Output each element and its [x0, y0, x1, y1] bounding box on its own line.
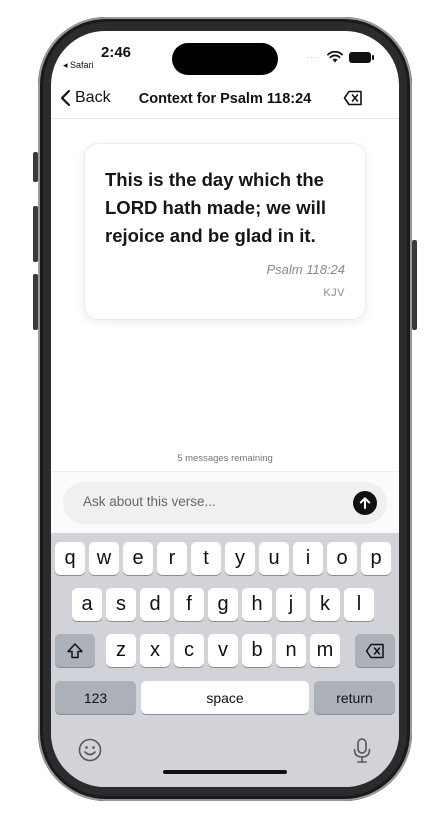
wifi-icon: [327, 51, 343, 63]
mute-switch: [33, 152, 38, 182]
key-i[interactable]: i: [293, 542, 323, 575]
verse-card: This is the day which the LORD hath made…: [84, 143, 366, 320]
key-o[interactable]: o: [327, 542, 357, 575]
shift-icon: [67, 642, 83, 658]
chat-input-area: Ask about this verse...: [51, 471, 399, 533]
key-h[interactable]: h: [242, 588, 272, 621]
emoji-button[interactable]: [77, 737, 103, 763]
key-m[interactable]: m: [310, 634, 340, 667]
chat-input[interactable]: Ask about this verse...: [63, 482, 387, 524]
key-d[interactable]: d: [140, 588, 170, 621]
chat-input-placeholder: Ask about this verse...: [83, 494, 216, 509]
key-x[interactable]: x: [140, 634, 170, 667]
key-q[interactable]: q: [55, 542, 85, 575]
key-n[interactable]: n: [276, 634, 306, 667]
key-r[interactable]: r: [157, 542, 187, 575]
verse-text: This is the day which the LORD hath made…: [105, 169, 326, 246]
key-f[interactable]: f: [174, 588, 204, 621]
key-a[interactable]: a: [72, 588, 102, 621]
power-button: [412, 240, 417, 330]
dynamic-island: [172, 43, 278, 75]
key-y[interactable]: y: [225, 542, 255, 575]
return-key[interactable]: return: [314, 681, 395, 714]
emoji-icon: [78, 738, 102, 762]
signal-dots: ····: [306, 52, 321, 62]
back-to-safari-link[interactable]: ◂ Safari: [63, 60, 94, 71]
volume-down-button: [33, 274, 38, 330]
key-v[interactable]: v: [208, 634, 238, 667]
arrow-up-icon: [359, 497, 371, 509]
key-w[interactable]: w: [89, 542, 119, 575]
key-e[interactable]: e: [123, 542, 153, 575]
key-l[interactable]: l: [344, 588, 374, 621]
shift-key[interactable]: [55, 634, 95, 667]
key-g[interactable]: g: [208, 588, 238, 621]
key-k[interactable]: k: [310, 588, 340, 621]
messages-remaining: 5 messages remaining: [177, 453, 273, 464]
dictation-button[interactable]: [351, 737, 373, 765]
delete-icon: [365, 643, 384, 658]
nav-bar: Back Context for Psalm 118:24: [51, 85, 399, 119]
microphone-icon: [353, 738, 371, 763]
volume-up-button: [33, 206, 38, 262]
key-p[interactable]: p: [361, 542, 391, 575]
key-c[interactable]: c: [174, 634, 204, 667]
numbers-key[interactable]: 123: [55, 681, 136, 714]
home-indicator[interactable]: [163, 770, 287, 774]
key-j[interactable]: j: [276, 588, 306, 621]
verse-reference: Psalm 118:24: [266, 262, 345, 277]
status-time: 2:46: [101, 44, 132, 61]
keyboard: q w e r t y u i o p a s d f g h j k l z …: [51, 533, 399, 787]
verse-translation: KJV: [323, 287, 345, 299]
battery-icon: [349, 51, 374, 63]
key-z[interactable]: z: [106, 634, 136, 667]
key-u[interactable]: u: [259, 542, 289, 575]
delete-icon: [343, 90, 362, 106]
space-key[interactable]: space: [141, 681, 309, 714]
close-button[interactable]: [343, 90, 363, 111]
key-s[interactable]: s: [106, 588, 136, 621]
key-t[interactable]: t: [191, 542, 221, 575]
key-b[interactable]: b: [242, 634, 272, 667]
phone-screen: 2:46 ◂ Safari ···· Back Context for Psal…: [51, 31, 399, 787]
backspace-key[interactable]: [355, 634, 395, 667]
send-button[interactable]: [353, 491, 377, 515]
status-indicators: ····: [306, 51, 374, 63]
